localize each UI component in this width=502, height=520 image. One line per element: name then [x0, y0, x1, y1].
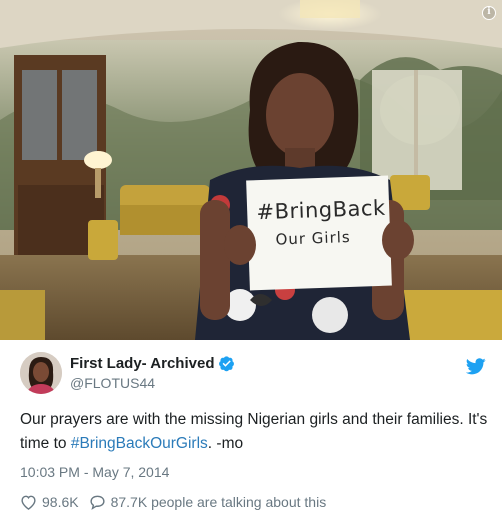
- avatar[interactable]: [20, 352, 62, 394]
- info-icon[interactable]: i: [482, 6, 496, 20]
- talking-count: 87.7K people are talking about this: [110, 494, 327, 510]
- comment-icon[interactable]: [89, 494, 106, 510]
- like-count: 98.6K: [42, 494, 79, 510]
- photo-scene: [0, 0, 502, 340]
- verified-badge-icon: [219, 356, 235, 372]
- tweet-actions: 98.6K 87.7K people are talking about thi…: [20, 494, 336, 510]
- like-action[interactable]: 98.6K: [20, 494, 79, 510]
- author-name[interactable]: First Lady- Archived: [70, 355, 235, 372]
- author-handle[interactable]: @FLOTUS44: [70, 375, 155, 391]
- sign-text: #BringBack Our Girls: [256, 194, 388, 255]
- author-name-text[interactable]: First Lady- Archived: [70, 355, 214, 372]
- hashtag-link[interactable]: #BringBackOurGirls: [71, 435, 208, 452]
- heart-icon[interactable]: [20, 494, 37, 510]
- sign-line-2: Our Girls: [275, 228, 351, 249]
- sign-line-1: #BringBack: [256, 195, 386, 225]
- tweet-text: Our prayers are with the missing Nigeria…: [20, 408, 490, 456]
- tweet-header: First Lady- Archived @FLOTUS44: [20, 352, 490, 402]
- tweet-timestamp[interactable]: 10:03 PM - May 7, 2014: [20, 464, 169, 480]
- conversation-action[interactable]: 87.7K people are talking about this: [89, 494, 327, 510]
- tweet-photo[interactable]: #BringBack Our Girls i: [0, 0, 502, 340]
- tweet-text-after: . -mo: [207, 435, 244, 452]
- avatar-image: [20, 352, 62, 394]
- twitter-bird-icon[interactable]: [466, 358, 486, 375]
